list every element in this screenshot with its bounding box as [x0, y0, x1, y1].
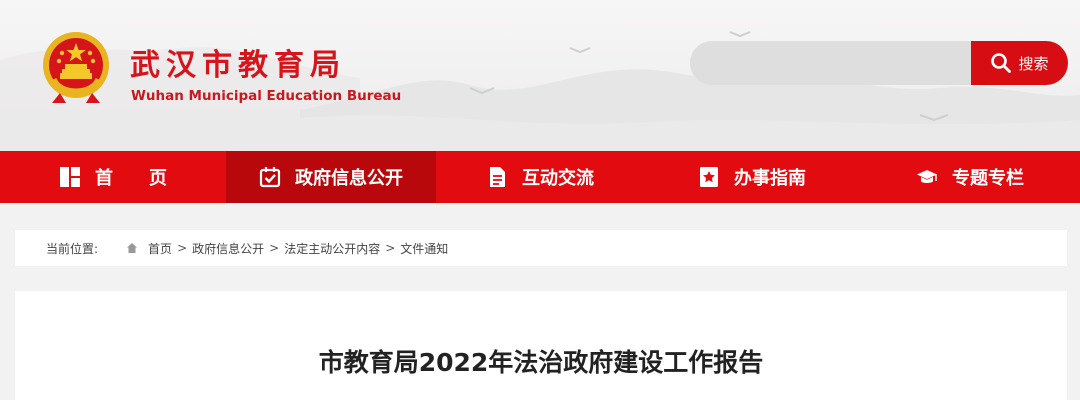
document-icon	[490, 167, 505, 187]
article-container: 市教育局2022年法治政府建设工作报告	[15, 291, 1067, 400]
nav-item-home[interactable]: 首页	[0, 151, 226, 203]
breadcrumb-label: 当前位置:	[46, 241, 99, 256]
nav-item-label: 办事指南	[734, 168, 806, 189]
site-header: 武汉市教育局 Wuhan Municipal Education Bureau …	[0, 0, 1080, 151]
search-button-label: 搜索	[1018, 54, 1049, 73]
nav-item-interaction[interactable]: 互动交流	[436, 151, 644, 203]
site-name-chinese: 武汉市教育局	[130, 48, 346, 83]
nav-item-label: 政府信息公开	[295, 168, 403, 189]
breadcrumb-link-statutory-disclosure[interactable]: 法定主动公开内容	[284, 240, 380, 257]
breadcrumb-link-home[interactable]: 首页	[148, 240, 172, 257]
bookmark-star-icon	[700, 167, 718, 187]
search-input[interactable]	[690, 41, 990, 85]
breadcrumb-separator: >	[385, 241, 396, 255]
nav-item-government-info[interactable]: 政府信息公开	[226, 151, 436, 203]
main-nav: 首页 政府信息公开 互动交流 办事指南 专题专栏	[0, 151, 1080, 203]
breadcrumb-separator: >	[177, 241, 188, 255]
nav-item-label: 专题专栏	[952, 168, 1024, 189]
search-icon	[991, 53, 1012, 73]
search-box: 搜索	[690, 41, 1068, 85]
breadcrumb-separator: >	[269, 241, 280, 255]
home-icon	[127, 243, 138, 253]
site-name-english: Wuhan Municipal Education Bureau	[131, 88, 402, 104]
breadcrumb-link-government-info[interactable]: 政府信息公开	[192, 240, 264, 257]
home-grid-icon	[60, 167, 80, 187]
breadcrumb: 当前位置: 首页 > 政府信息公开 > 法定主动公开内容 > 文件通知	[15, 230, 1067, 266]
nav-item-label: 互动交流	[522, 168, 594, 189]
national-emblem-icon	[43, 32, 109, 103]
calendar-check-icon	[259, 167, 281, 188]
graduation-cap-icon	[917, 170, 937, 183]
nav-item-special-topics[interactable]: 专题专栏	[860, 151, 1080, 203]
breadcrumb-link-notices[interactable]: 文件通知	[400, 240, 448, 257]
search-button[interactable]: 搜索	[971, 41, 1068, 85]
nav-item-label: 首页	[95, 168, 203, 189]
article-title: 市教育局2022年法治政府建设工作报告	[318, 348, 764, 377]
nav-item-service-guide[interactable]: 办事指南	[644, 151, 860, 203]
